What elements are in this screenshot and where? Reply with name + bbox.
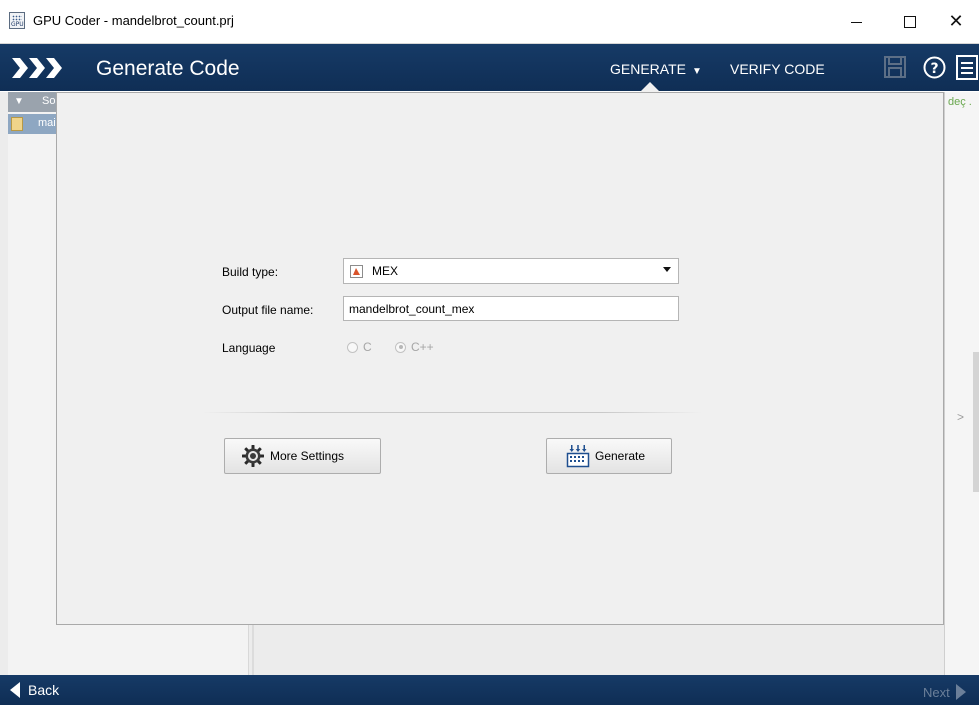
bottom-nav-bar: Back Next [0, 675, 979, 705]
code-preview-pane: deç . > [944, 92, 979, 675]
language-radio-c[interactable]: C [347, 340, 372, 354]
page-title: Generate Code [96, 57, 240, 80]
more-settings-button[interactable]: More Settings [224, 438, 381, 474]
minimize-icon [850, 22, 862, 23]
mex-icon [350, 265, 363, 278]
window-titlebar: GPU GPU Coder - mandelbrot_count.prj ✕ [0, 0, 979, 44]
source-file-label: mai [38, 117, 56, 129]
more-settings-label: More Settings [270, 449, 345, 463]
generate-code-dialog: Build type: MEX Output file name: Langua… [56, 92, 944, 625]
back-arrow-icon [10, 682, 20, 698]
help-icon[interactable]: ? [922, 54, 947, 81]
generate-button[interactable]: Generate [546, 438, 672, 474]
build-type-select[interactable]: MEX [343, 258, 679, 284]
language-option-cpp: C++ [411, 340, 434, 354]
generate-grid-icon [566, 445, 590, 468]
dialog-separator [202, 412, 702, 413]
maximize-icon [904, 15, 916, 28]
gear-icon [242, 445, 264, 467]
code-snippet: deç . [948, 96, 972, 108]
gpu-coder-app-icon: GPU [9, 12, 25, 29]
source-files-header-label: So [42, 95, 56, 107]
output-file-label: Output file name: [222, 303, 314, 317]
language-radio-cpp[interactable]: C++ [395, 340, 434, 354]
next-label: Next [923, 684, 950, 700]
window-title: GPU Coder - mandelbrot_count.prj [33, 13, 234, 28]
minimize-button[interactable] [833, 0, 879, 43]
save-icon[interactable] [883, 54, 907, 81]
close-button[interactable]: ✕ [933, 0, 979, 43]
menu-icon[interactable] [955, 54, 979, 81]
output-file-input[interactable] [343, 296, 679, 321]
next-arrow-icon [955, 684, 966, 700]
maximize-button[interactable] [887, 0, 933, 43]
svg-text:?: ? [930, 61, 938, 77]
generate-button-label: Generate [595, 449, 646, 463]
radio-selected-icon [395, 341, 406, 353]
build-type-label: Build type: [222, 265, 279, 279]
pane-divider [252, 625, 254, 675]
chevron-right-icon[interactable]: > [957, 410, 964, 424]
dropdown-arrow-icon [663, 267, 671, 272]
collapse-triangle-icon: ▼ [14, 96, 24, 107]
tab-generate[interactable]: GENERATE ▼ [610, 61, 702, 77]
vertical-scrollbar[interactable] [973, 352, 979, 492]
back-label: Back [28, 682, 60, 698]
close-icon: ✕ [948, 11, 964, 32]
next-button[interactable]: Next [923, 684, 966, 700]
app-toolbar: Generate Code GENERATE ▼ VERIFY CODE ? [0, 44, 979, 91]
tab-verify-code[interactable]: VERIFY CODE [730, 61, 825, 77]
back-button[interactable]: Back [10, 682, 59, 698]
language-option-c: C [363, 340, 372, 354]
tab-generate-label: GENERATE [610, 61, 686, 77]
chevrons-icon[interactable] [12, 56, 68, 80]
chevron-down-icon: ▼ [691, 66, 702, 77]
active-tab-indicator [640, 82, 660, 92]
matlab-file-icon [11, 117, 23, 131]
language-label: Language [222, 341, 276, 355]
radio-circle-icon [347, 341, 358, 353]
build-type-value: MEX [372, 264, 399, 278]
